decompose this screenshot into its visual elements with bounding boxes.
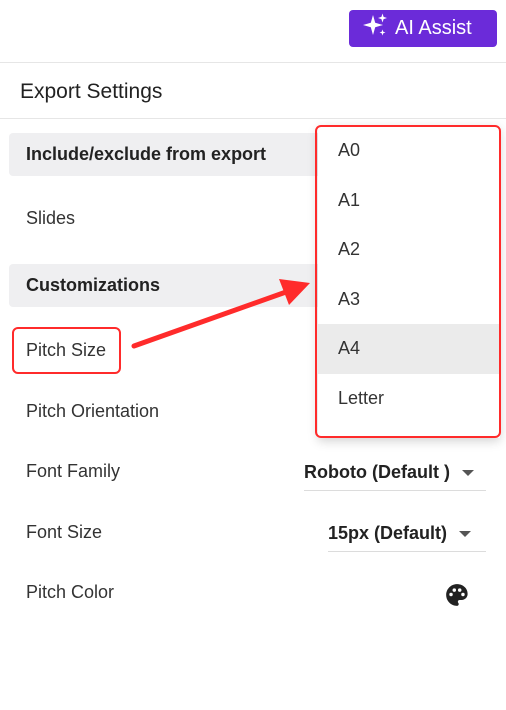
dropdown-highlight-box	[315, 125, 501, 438]
top-bar: AI Assist	[0, 0, 506, 63]
divider	[0, 118, 506, 119]
font-size-select[interactable]: 15px (Default)	[328, 516, 486, 552]
pitch-color-label: Pitch Color	[26, 582, 115, 602]
slides-label: Slides	[26, 208, 76, 228]
ai-assist-button[interactable]: AI Assist	[349, 10, 497, 47]
section-include-exclude[interactable]: Include/exclude from export	[9, 133, 339, 176]
pitch-orientation-label: Pitch Orientation	[26, 401, 160, 421]
font-family-label: Font Family	[26, 461, 121, 481]
font-size-label: Font Size	[26, 522, 103, 542]
sparkles-icon	[361, 12, 395, 46]
chevron-down-icon	[459, 530, 472, 537]
font-family-select[interactable]: Roboto (Default )	[304, 455, 486, 491]
panel-title: Export Settings	[20, 80, 163, 103]
palette-icon[interactable]	[444, 582, 470, 608]
pitch-size-highlight-box	[12, 327, 121, 374]
chevron-down-icon	[461, 469, 474, 476]
font-size-value: 15px (Default)	[328, 523, 448, 543]
ai-assist-label: AI Assist	[395, 17, 472, 39]
section-customizations[interactable]: Customizations	[9, 264, 339, 307]
font-family-value: Roboto (Default )	[304, 462, 450, 482]
